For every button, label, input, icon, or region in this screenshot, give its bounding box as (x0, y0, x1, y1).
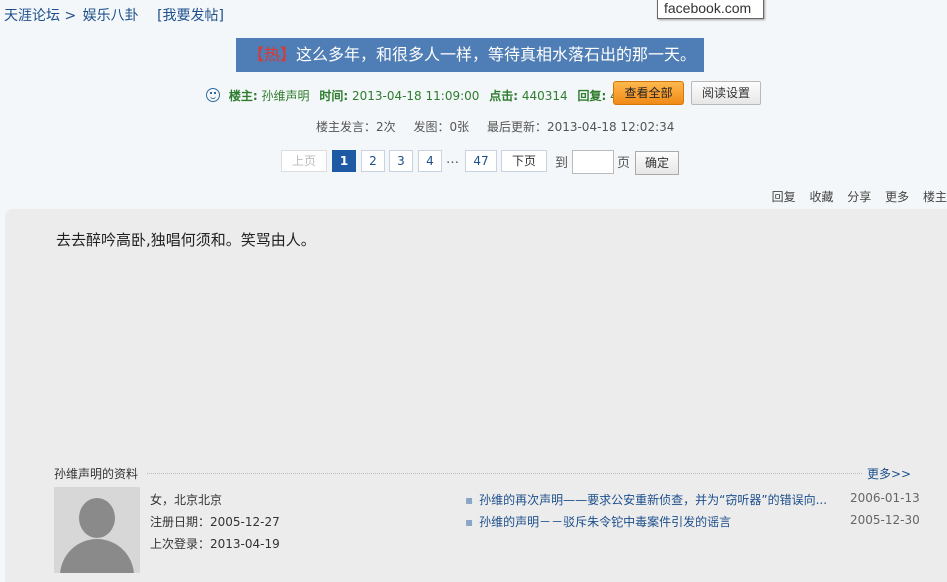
author-link[interactable]: 孙维声明 (261, 89, 309, 103)
page-unit-label: 页 (617, 156, 631, 171)
related-item: ▪ 孙维的再次声明——要求公安重新侦查，并为“窃听器”的错误向... (465, 491, 827, 508)
bullet-icon: ▪ (465, 493, 474, 507)
time-label: 时间: (319, 89, 349, 103)
avatar[interactable] (54, 487, 140, 573)
thread-title-text: 这么多年，和很多人一样，等待真相水落石出的那一天。 (296, 45, 697, 64)
post-body: 去去醉吟高卧,独唱何须和。笑骂由人。 孙维声明的资料 更多>> 女，北京北京 注… (5, 209, 947, 582)
thread-meta: 楼主: 孙维声明 时间: 2013-04-18 11:09:00 点击: 440… (206, 86, 647, 106)
related-date: 2006-01-13 (850, 491, 920, 505)
profile-last-login: 上次登录：2013-04-19 (150, 537, 280, 551)
clicks-label: 点击: (489, 89, 519, 103)
breadcrumb: 天涯论坛 > 娱乐八卦 [我要发帖] (4, 5, 224, 25)
reply-action[interactable]: 回复 (772, 190, 796, 204)
clicks-count: 440314 (521, 89, 568, 103)
breadcrumb-separator: > (64, 8, 77, 24)
profile-gender-location: 女，北京北京 (150, 493, 223, 507)
read-settings-button[interactable]: 阅读设置 (691, 81, 761, 105)
related-link[interactable]: 孙维的声明－－驳斥朱令铊中毒案件引发的谣言 (479, 515, 731, 529)
more-action[interactable]: 更多 (885, 190, 909, 204)
page-link-last[interactable]: 47 (465, 150, 497, 172)
post-content: 去去醉吟高卧,独唱何须和。笑骂由人。 (56, 231, 316, 249)
author-label: 楼主: (228, 89, 258, 103)
favorite-action[interactable]: 收藏 (809, 190, 833, 204)
image-count: 发图：0张 (413, 120, 470, 134)
page-link-3[interactable]: 3 (389, 150, 413, 172)
page-number-input[interactable] (572, 150, 614, 174)
bullet-icon: ▪ (465, 515, 474, 529)
share-action[interactable]: 分享 (847, 190, 871, 204)
new-post-link[interactable]: [我要发帖] (157, 8, 224, 24)
last-update: 最后更新：2013-04-18 12:02:34 (486, 120, 675, 134)
related-item: ▪ 孙维的声明－－驳斥朱令铊中毒案件引发的谣言 (465, 513, 731, 530)
post-time: 2013-04-18 11:09:00 (351, 89, 480, 103)
page-link-1[interactable]: 1 (332, 150, 356, 172)
profile-register-date: 注册日期：2005-12-27 (150, 515, 280, 529)
related-link[interactable]: 孙维的再次声明——要求公安重新侦查，并为“窃听器”的错误向... (479, 493, 827, 507)
profile-divider (147, 473, 862, 474)
prev-page-button[interactable]: 上页 (281, 150, 327, 172)
profile-more-link[interactable]: 更多>> (867, 465, 911, 482)
breadcrumb-board-link[interactable]: 娱乐八卦 (83, 8, 139, 24)
avatar-head-shape (79, 498, 115, 538)
facebook-tooltip: facebook.com (657, 0, 764, 19)
author-only-action[interactable]: 楼主 (923, 190, 947, 204)
hot-tag: 【热】 (248, 45, 297, 64)
view-all-button[interactable]: 查看全部 (613, 81, 684, 105)
goto-confirm-button[interactable]: 确定 (635, 151, 679, 175)
page-link-4[interactable]: 4 (418, 150, 442, 172)
page-link-2[interactable]: 2 (361, 150, 385, 172)
next-page-button[interactable]: 下页 (501, 150, 547, 172)
thread-stats: 楼主发言：2次 发图：0张 最后更新：2013-04-18 12:02:34 (316, 118, 688, 135)
pager-ellipsis: … (446, 152, 459, 167)
thread-title: 【热】这么多年，和很多人一样，等待真相水落石出的那一天。 (236, 38, 704, 72)
avatar-body-shape (60, 539, 134, 573)
related-date: 2005-12-30 (850, 513, 920, 527)
profile-section-title: 孙维声明的资料 (54, 467, 139, 481)
smiley-icon (206, 88, 220, 102)
goto-label: 到 (555, 156, 569, 171)
replies-label: 回复: (577, 89, 607, 103)
author-post-count: 楼主发言：2次 (316, 120, 396, 134)
breadcrumb-site-link[interactable]: 天涯论坛 (4, 8, 60, 24)
post-actions: 回复 收藏 分享 更多 楼主 (762, 188, 947, 205)
